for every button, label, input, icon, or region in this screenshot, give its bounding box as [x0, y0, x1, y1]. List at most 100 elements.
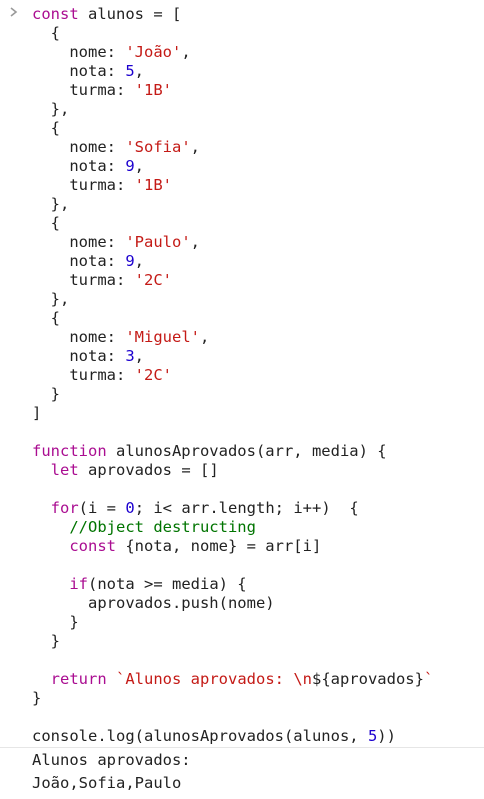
code-line: nota: 5, [32, 62, 144, 81]
code-token: nota: [32, 347, 126, 365]
code-token: 0 [125, 499, 135, 517]
output-line: Alunos aprovados: [32, 751, 200, 769]
code-line: let aprovados = [] [32, 461, 219, 480]
code-line: }, [32, 195, 70, 214]
code-token: , [190, 138, 200, 156]
code-token: , [181, 43, 191, 61]
code-token: '1B' [134, 81, 172, 99]
code-token: ${aprovados} [311, 670, 424, 688]
code-token: '2C' [134, 271, 172, 289]
code-token: ] [32, 404, 42, 422]
code-token: 'Miguel' [125, 328, 200, 346]
code-token: nome: [32, 233, 126, 251]
code-token: 'João' [125, 43, 182, 61]
code-token: function [32, 442, 107, 460]
code-token: if [69, 575, 88, 593]
code-token: , [134, 157, 145, 175]
code-line: { [32, 214, 60, 233]
code-line: function alunosAprovados(arr, media) { [32, 442, 387, 461]
code-token: nome: [32, 138, 126, 156]
code-token: { [32, 309, 60, 327]
code-token: 5 [367, 727, 378, 745]
code-token: 'Sofia' [125, 138, 191, 156]
code-token: alunosAprovados(arr, media) { [106, 442, 387, 460]
code-line: nome: 'João', [32, 43, 191, 62]
code-token: `Alunos aprovados: \n [116, 670, 312, 688]
code-line: for(i = 0; i< arr.length; i++) { [32, 499, 359, 518]
code-line: } [32, 632, 60, 651]
code-line: turma: '2C' [32, 366, 172, 385]
code-line: if(nota >= media) { [32, 575, 247, 594]
code-token: nome: [32, 43, 126, 61]
code-line: ] [32, 404, 41, 423]
code-token: nota: [32, 157, 126, 175]
code-token: {nota, nome} = arr[i] [116, 537, 322, 555]
code-token: { [32, 119, 60, 137]
code-token: } [32, 689, 42, 707]
code-line: nome: 'Miguel', [32, 328, 209, 347]
code-token: aprovados = [] [78, 461, 219, 479]
code-token: ` [423, 670, 434, 688]
code-token: }, [32, 195, 70, 213]
code-token: alunos = [ [78, 5, 182, 23]
code-line: const alunos = [ [32, 5, 181, 24]
code-line: { [32, 24, 60, 43]
code-line: } [32, 613, 78, 632]
code-token: { [32, 24, 60, 42]
code-line: //Object destructing [32, 518, 256, 537]
code-token: console.log(alunosAprovados(alunos, [32, 727, 368, 745]
code-token: 9 [125, 252, 135, 270]
code-token: for [50, 499, 79, 517]
chevron-right-icon [8, 5, 20, 19]
code-line: nota: 9, [32, 252, 144, 271]
code-token: 3 [125, 347, 135, 365]
code-token: }, [32, 100, 70, 118]
code-line: nota: 9, [32, 157, 144, 176]
code-token: //Object destructing [69, 518, 256, 536]
code-line: { [32, 119, 60, 138]
console-input-block[interactable]: const alunos = [ { nome: 'João', nota: 5… [0, 0, 484, 747]
code-token: } [32, 632, 60, 650]
code-token: turma: [32, 271, 135, 289]
code-token: '2C' [134, 366, 172, 384]
code-token: aprovados.push(nome) [32, 594, 275, 612]
code-token: nome: [32, 328, 126, 346]
code-line: nota: 3, [32, 347, 144, 366]
code-token: }, [32, 290, 70, 308]
code-line: turma: '1B' [32, 176, 172, 195]
code-token: let [50, 461, 79, 479]
code-token: turma: [32, 366, 135, 384]
output-line: João,Sofia,Paulo [32, 774, 182, 792]
code-token: { [32, 214, 60, 232]
code-token: 9 [125, 157, 135, 175]
code-token: } [32, 385, 60, 403]
code-token: , [134, 347, 145, 365]
code-token: ; i< arr.length; i++) { [134, 499, 359, 517]
code-token: '1B' [134, 176, 172, 194]
code-line: { [32, 309, 60, 328]
code-token: return [50, 670, 107, 688]
code-token: (nota >= media) { [88, 575, 247, 593]
code-token: turma: [32, 81, 135, 99]
code-token: nota: [32, 252, 126, 270]
code-line: nome: 'Paulo', [32, 233, 200, 252]
code-token: , [134, 252, 145, 270]
code-token: 5 [125, 62, 135, 80]
code-token: )) [377, 727, 396, 745]
code-token: const [69, 537, 116, 555]
code-token: 'Paulo' [125, 233, 191, 251]
code-token: , [190, 233, 200, 251]
code-line: nome: 'Sofia', [32, 138, 200, 157]
code-line: console.log(alunosAprovados(alunos, 5)) [32, 727, 396, 746]
code-line: const {nota, nome} = arr[i] [32, 537, 321, 556]
code-token: const [32, 5, 79, 23]
code-token: , [199, 328, 210, 346]
code-token: , [134, 62, 145, 80]
